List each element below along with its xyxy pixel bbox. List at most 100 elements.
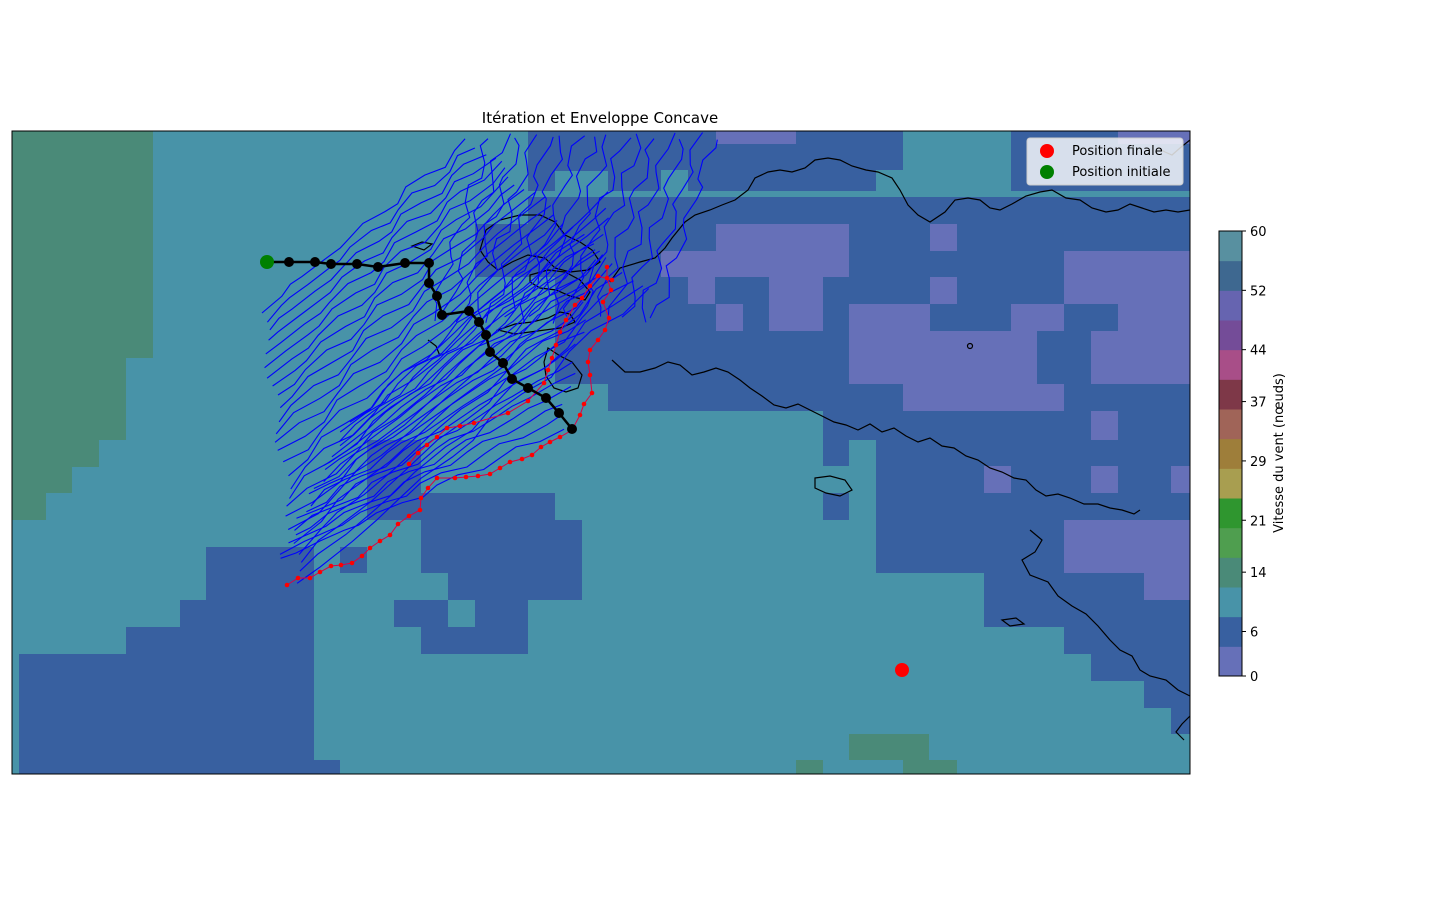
envelope-point bbox=[434, 475, 440, 481]
envelope-point bbox=[317, 569, 323, 575]
envelope-point bbox=[529, 452, 535, 458]
path-point bbox=[464, 306, 474, 316]
path-point bbox=[432, 291, 442, 301]
colorbar-band bbox=[1219, 438, 1242, 469]
path-point bbox=[373, 262, 383, 272]
colorbar-band bbox=[1219, 587, 1242, 618]
colorbar-band bbox=[1219, 349, 1242, 380]
colorbar-band bbox=[1219, 527, 1242, 558]
envelope-point bbox=[538, 444, 544, 450]
envelope-point bbox=[505, 410, 511, 416]
colorbar-tick-label: 52 bbox=[1250, 284, 1267, 299]
envelope-point bbox=[545, 367, 551, 373]
envelope-point bbox=[295, 575, 301, 581]
envelope-point bbox=[595, 273, 601, 279]
path-point bbox=[523, 383, 533, 393]
envelope-point bbox=[349, 560, 355, 566]
path-point bbox=[481, 330, 491, 340]
envelope-point bbox=[587, 347, 593, 353]
envelope-point bbox=[557, 434, 563, 440]
envelope-point bbox=[587, 283, 593, 289]
envelope-point bbox=[585, 359, 591, 365]
colorbar-band bbox=[1219, 409, 1242, 440]
path-point bbox=[498, 358, 508, 368]
colorbar-tick-label: 6 bbox=[1250, 626, 1258, 641]
envelope-point bbox=[387, 532, 393, 538]
path-point bbox=[507, 374, 517, 384]
envelope-point bbox=[406, 461, 412, 467]
colorbar-tick-label: 14 bbox=[1250, 566, 1267, 581]
envelope-point bbox=[487, 471, 493, 477]
envelope-point bbox=[602, 327, 608, 333]
path-point bbox=[400, 258, 410, 268]
envelope-point bbox=[553, 342, 559, 348]
envelope-point bbox=[328, 563, 334, 569]
envelope-point bbox=[434, 434, 440, 440]
envelope-point bbox=[609, 277, 615, 283]
path-point bbox=[424, 258, 434, 268]
envelope-point bbox=[581, 401, 587, 407]
envelope-point bbox=[563, 317, 569, 323]
chart-title: Itération et Enveloppe Concave bbox=[482, 109, 718, 127]
plot-area bbox=[12, 131, 1190, 774]
envelope-point bbox=[557, 329, 563, 335]
envelope-point bbox=[471, 420, 477, 426]
envelope-point bbox=[519, 456, 525, 462]
path-point bbox=[326, 259, 336, 269]
envelope-point bbox=[377, 538, 383, 544]
legend-initial-label: Position initiale bbox=[1072, 165, 1171, 180]
colorbar-band bbox=[1219, 260, 1242, 291]
colorbar-tick-label: 37 bbox=[1250, 396, 1267, 411]
envelope-point bbox=[475, 473, 481, 479]
envelope-point bbox=[444, 425, 450, 431]
colorbar-tick-label: 60 bbox=[1250, 225, 1267, 240]
envelope-point bbox=[452, 475, 458, 481]
envelope-point bbox=[579, 295, 585, 301]
envelope-point bbox=[406, 513, 412, 519]
final-position-marker bbox=[895, 663, 909, 677]
envelope-point bbox=[595, 337, 601, 343]
path-point bbox=[352, 259, 362, 269]
envelope-point bbox=[600, 299, 606, 305]
envelope-point bbox=[525, 398, 531, 404]
path-point bbox=[424, 278, 434, 288]
envelope-point bbox=[572, 302, 578, 308]
colorbar-tick-label: 29 bbox=[1250, 455, 1267, 470]
envelope-point bbox=[608, 287, 614, 293]
envelope-point bbox=[424, 442, 430, 448]
envelope-point bbox=[415, 450, 421, 456]
chart: Itération et Enveloppe Concave Position … bbox=[11, 109, 1287, 775]
envelope-point bbox=[589, 390, 595, 396]
envelope-point bbox=[577, 412, 583, 418]
colorbar-label: Vitesse du vent (nœuds) bbox=[1272, 373, 1287, 533]
envelope-point bbox=[549, 355, 555, 361]
path-point bbox=[485, 347, 495, 357]
colorbar-band bbox=[1219, 646, 1242, 677]
envelope-point bbox=[547, 439, 553, 445]
envelope-point bbox=[604, 275, 610, 281]
envelope-point bbox=[507, 459, 513, 465]
legend-initial-marker bbox=[1040, 165, 1054, 179]
path-point bbox=[554, 408, 564, 418]
initial-position-marker bbox=[260, 255, 274, 269]
envelope-point bbox=[606, 315, 612, 321]
envelope-point bbox=[541, 380, 547, 386]
legend-final-label: Position finale bbox=[1072, 144, 1163, 159]
path-point bbox=[284, 257, 294, 267]
envelope-point bbox=[367, 545, 373, 551]
path-point bbox=[474, 317, 484, 327]
colorbar-band bbox=[1219, 468, 1242, 499]
legend-final-marker bbox=[1040, 144, 1054, 158]
colorbar-band bbox=[1219, 290, 1242, 321]
envelope-point bbox=[497, 465, 503, 471]
colorbar-tick-label: 21 bbox=[1250, 514, 1267, 529]
envelope-point bbox=[417, 507, 423, 513]
colorbar-band bbox=[1219, 498, 1242, 529]
envelope-point bbox=[604, 264, 610, 270]
colorbar-band bbox=[1219, 557, 1242, 588]
envelope-point bbox=[457, 423, 463, 429]
envelope-point bbox=[425, 485, 431, 491]
envelope-point bbox=[284, 582, 290, 588]
path-point bbox=[541, 393, 551, 403]
colorbar-tick-label: 44 bbox=[1250, 344, 1267, 359]
